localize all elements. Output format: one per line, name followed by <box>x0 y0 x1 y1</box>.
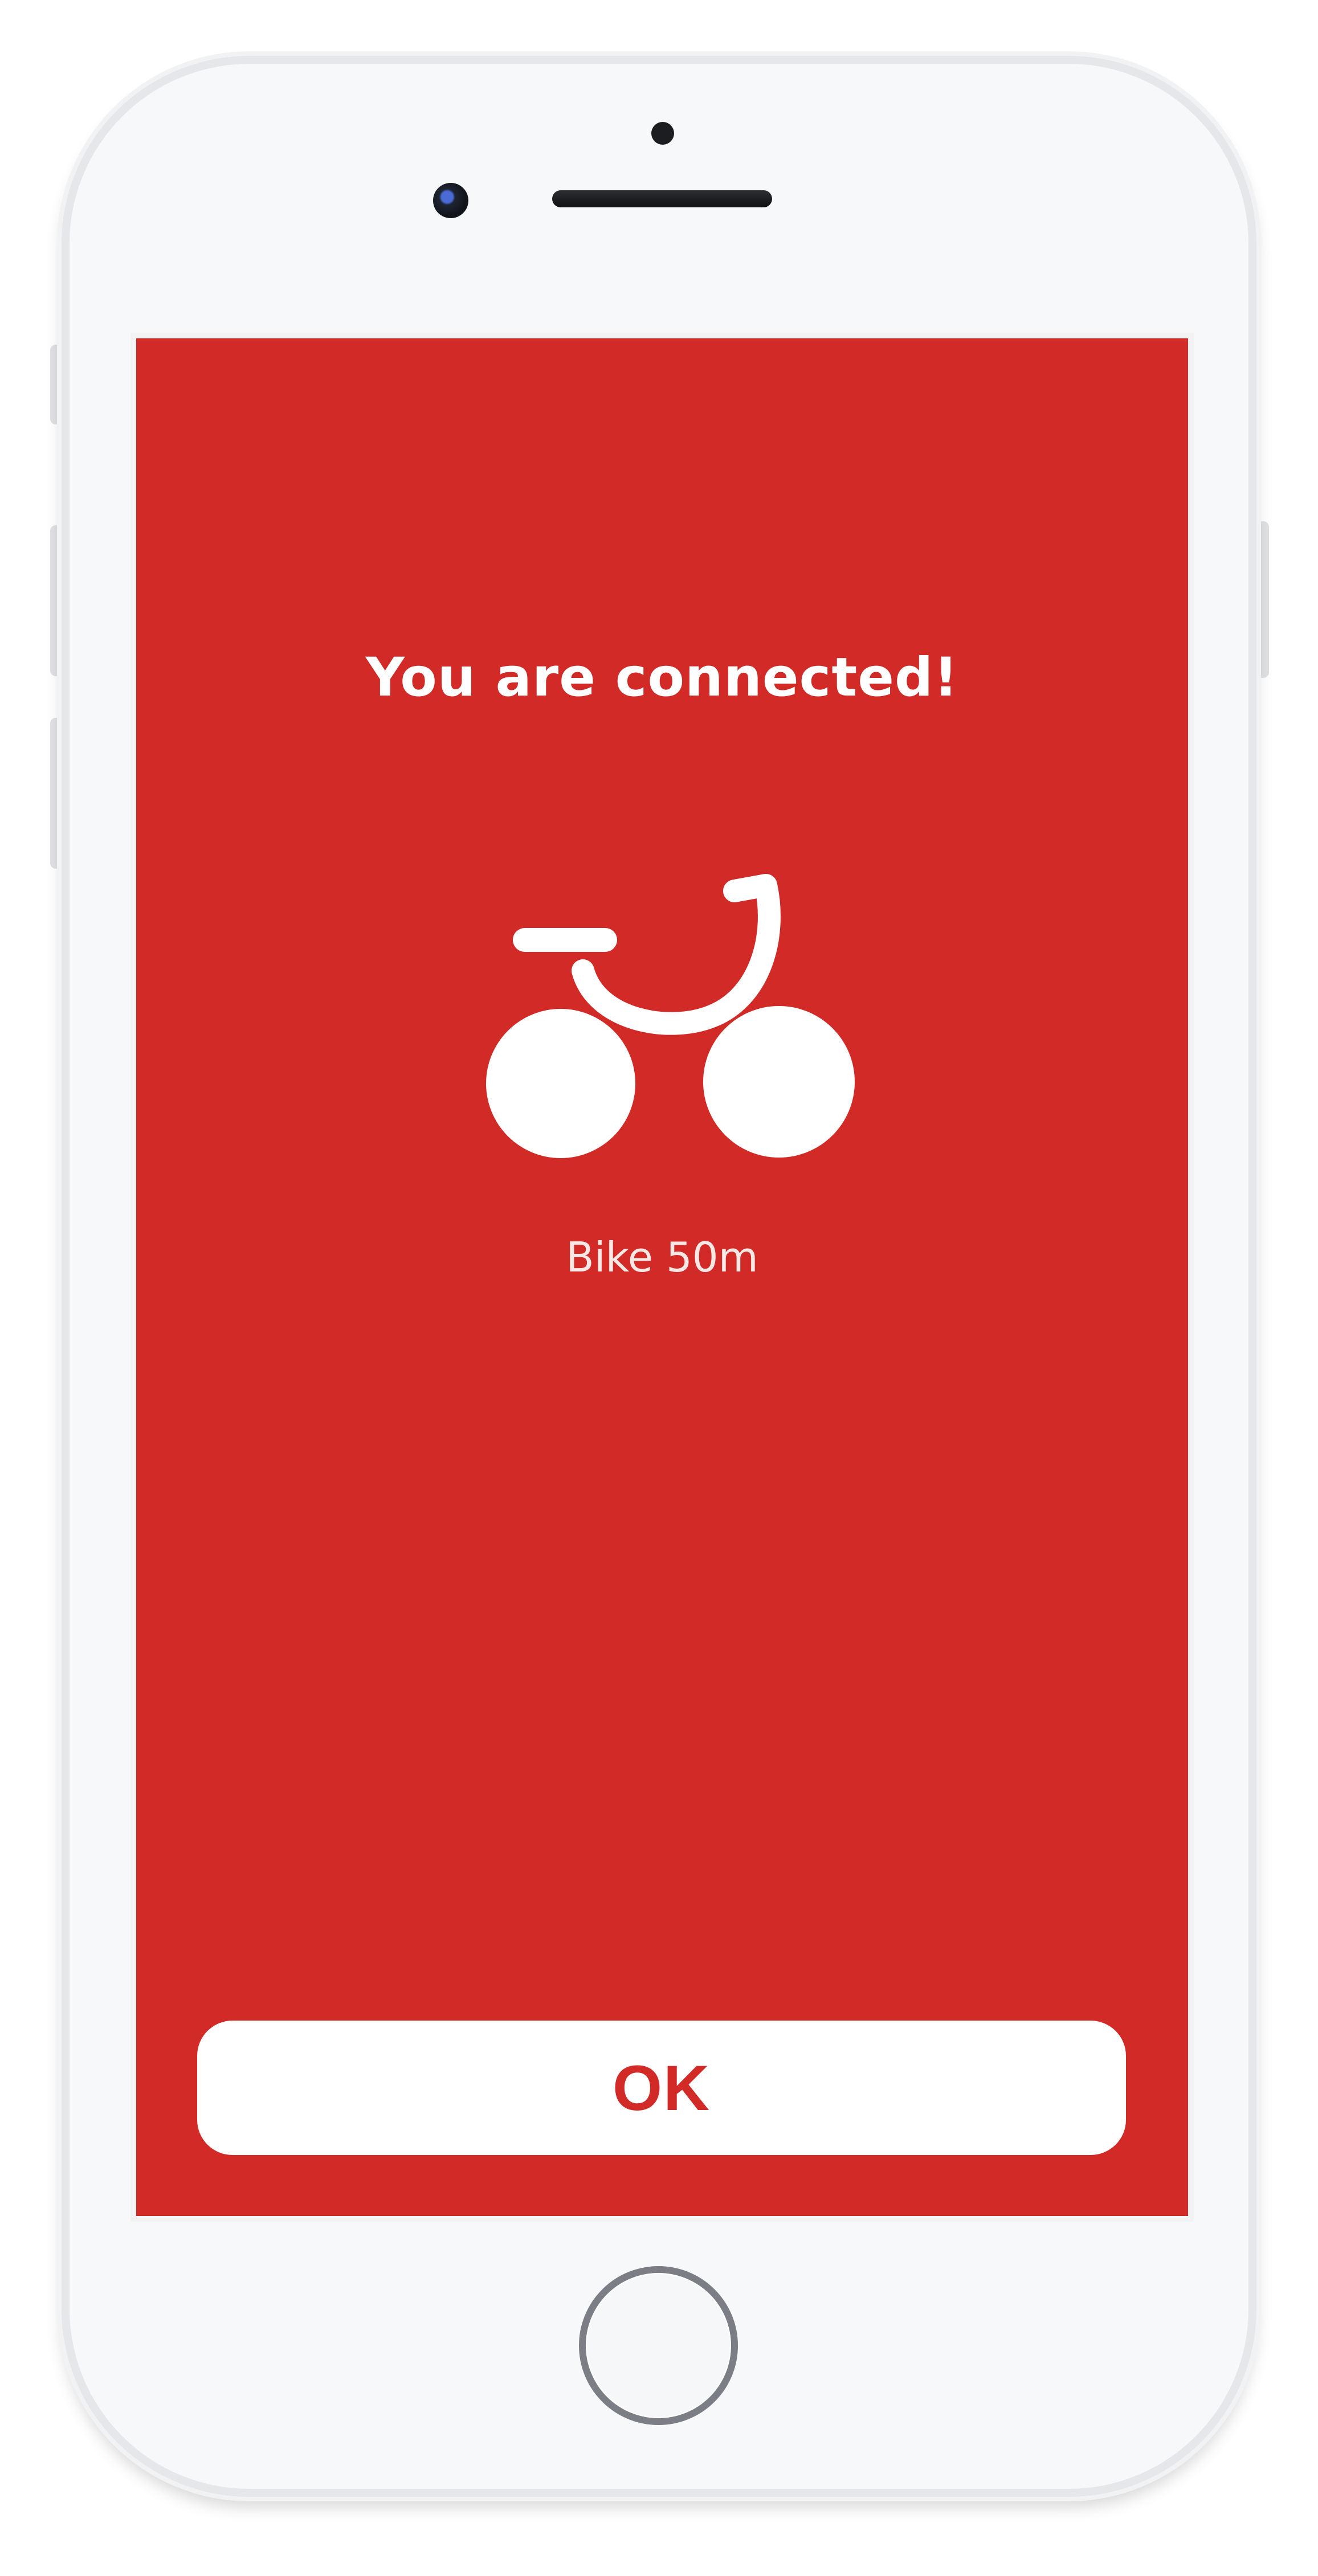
front-camera <box>433 183 468 218</box>
bike-icon <box>486 874 855 1158</box>
device-name-label: Bike 50m <box>566 1233 758 1281</box>
volume-down-button <box>50 718 63 869</box>
volume-up-button <box>50 525 63 676</box>
page-title: You are connected! <box>365 647 959 709</box>
power-button <box>1256 521 1269 678</box>
phone-mockup: You are connected! Bike 50m OK <box>0 0 1318 2576</box>
mute-switch <box>50 345 63 424</box>
ok-button[interactable]: OK <box>197 2021 1126 2155</box>
proximity-sensor <box>651 122 674 145</box>
home-button[interactable] <box>579 2266 738 2425</box>
connection-screen: You are connected! Bike 50m OK <box>130 333 1194 2222</box>
earpiece-speaker <box>552 190 772 207</box>
